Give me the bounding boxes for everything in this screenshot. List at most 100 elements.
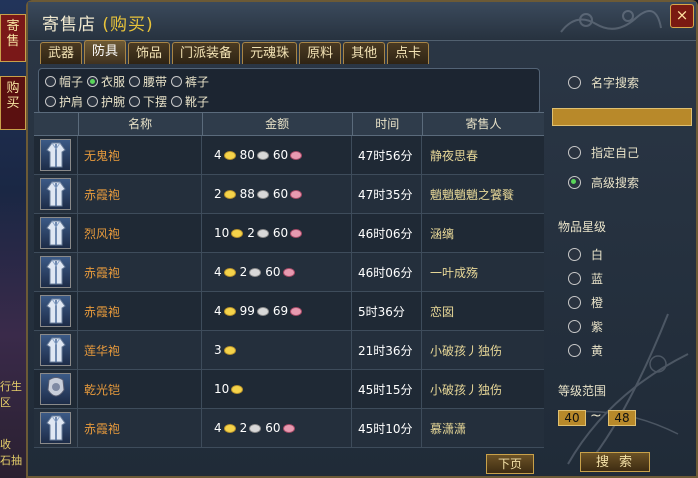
filter-wrist[interactable]: 护腕 [87,92,125,110]
copper-coin-icon [290,306,303,316]
self-search-option[interactable]: 指定自己 [568,144,639,161]
item-price: 3 [202,331,352,369]
tab-weapons[interactable]: 武器 [40,42,83,64]
name-search-input[interactable] [552,108,692,126]
gold-coin-icon [223,306,236,316]
radio-icon [568,76,581,89]
table-row[interactable]: 赤霞袍 4 2 60 45时10分 慕潇潇 [34,409,544,448]
option-label: 紫 [591,320,604,334]
side-tab-consign[interactable]: 寄售 [0,14,26,62]
item-icon [40,256,71,288]
gold-coin-icon [223,345,236,355]
item-seller: 小破孩丿独伤 [430,382,503,397]
tab-accessories[interactable]: 饰品 [128,42,171,64]
side-tab-buy[interactable]: 购买 [0,76,26,130]
gold-amount: 4 [214,421,222,435]
radio-icon [568,272,581,285]
table-row[interactable]: 烈风袍 10 2 60 46时06分 涵缡 [34,214,544,253]
level-min-input[interactable]: 40 [558,410,586,426]
item-seller: 恋囡 [430,304,455,319]
tab-soul-beads[interactable]: 元魂珠 [242,42,298,64]
item-icon [40,178,71,210]
star-yellow-option[interactable]: 黄 [568,342,603,359]
table-header: 名称 金额 时间 寄售人 [34,112,544,136]
radio-icon [568,320,581,333]
copper-amount: 60 [272,226,289,240]
item-name: 赤霞袍 [78,253,202,291]
gold-coin-icon [223,423,236,433]
close-button[interactable]: × [670,4,694,28]
table-row[interactable]: 赤霞袍 4 2 60 46时06分 一叶成殇 [34,253,544,292]
option-label: 高级搜索 [591,176,640,190]
window-subtitle: (购买) [102,15,154,35]
tab-armor[interactable]: 防具 [84,40,127,64]
tab-materials[interactable]: 原料 [299,42,342,64]
gold-amount: 2 [214,187,222,201]
advanced-search-option[interactable]: 高级搜索 [568,174,639,191]
filter-label: 靴子 [185,94,210,109]
radio-icon [568,344,581,357]
item-time: 45时10分 [352,409,422,447]
item-seller: 涵缡 [430,226,455,241]
armor-icon [46,377,65,397]
option-label: 蓝 [591,272,604,286]
item-seller: 静夜思春 [430,148,479,163]
item-name: 无鬼袍 [78,136,202,174]
robe-icon [45,181,66,207]
option-label: 指定自己 [591,146,640,160]
robe-icon [45,415,66,441]
table-row[interactable]: 赤霞袍 2 88 60 47时35分 魈魈魈魈之饕餮 [34,175,544,214]
item-seller: 魈魈魈魈之饕餮 [430,187,515,202]
item-seller: 小破孩丿独伤 [430,343,503,358]
name-search-option[interactable]: 名字搜索 [568,74,639,91]
table-row[interactable]: 赤霞袍 4 99 69 5时36分 恋囡 [34,292,544,331]
star-purple-option[interactable]: 紫 [568,318,603,335]
silver-amount: 2 [239,265,248,279]
table-row[interactable]: 莲华袍 3 21时36分 小破孩丿独伤 [34,331,544,370]
tab-other[interactable]: 其他 [343,42,386,64]
tab-point-cards[interactable]: 点卡 [387,42,430,64]
radio-icon [129,95,141,107]
item-icon [40,373,71,405]
silver-coin-icon [249,267,262,277]
copper-coin-icon [282,423,295,433]
filter-label: 下摆 [143,94,168,109]
option-label: 名字搜索 [591,76,640,90]
level-max-input[interactable]: 48 [608,410,636,426]
star-orange-option[interactable]: 橙 [568,294,603,311]
filter-label: 衣服 [101,74,126,89]
star-white-option[interactable]: 白 [568,246,603,263]
filter-hem[interactable]: 下摆 [129,92,167,110]
table-row[interactable]: 无鬼袍 4 80 60 47时56分 静夜思春 [34,136,544,175]
radio-icon [568,248,581,261]
silver-amount: 80 [239,148,255,162]
item-icon [40,139,71,171]
tab-sect-equipment[interactable]: 门派装备 [172,42,241,64]
filter-boots[interactable]: 靴子 [171,92,209,110]
item-price: 2 88 60 [202,175,352,213]
header-name: 名称 [79,113,203,135]
window-title: 寄售店 (购买) [42,10,154,35]
filter-shoulder[interactable]: 护肩 [45,92,83,110]
armor-type-filter: 帽子 衣服 腰带 裤子 护肩 护腕 下摆 靴子 [38,68,540,114]
next-page-button[interactable]: 下页 [486,454,534,474]
star-blue-option[interactable]: 蓝 [568,270,603,287]
background-text: 收 [0,438,11,451]
radio-icon [45,75,56,87]
silver-coin-icon [256,228,269,238]
item-icon-cell [34,370,78,408]
window-title-main: 寄售店 [42,15,96,35]
filter-clothes[interactable]: 衣服 [87,72,125,90]
header-price: 金额 [203,113,353,135]
filter-belt[interactable]: 腰带 [129,72,167,90]
gold-amount: 4 [214,265,222,279]
filter-pants[interactable]: 裤子 [171,72,209,90]
filter-hat[interactable]: 帽子 [45,72,83,90]
item-icon-cell [34,253,78,291]
search-button[interactable]: 搜索 [580,452,650,472]
gold-coin-icon [223,150,236,160]
item-icon-cell [34,292,78,330]
item-icon-cell [34,214,78,252]
table-row[interactable]: 乾光铠 10 45时15分 小破孩丿独伤 [34,370,544,409]
radio-selected-icon [568,176,581,189]
